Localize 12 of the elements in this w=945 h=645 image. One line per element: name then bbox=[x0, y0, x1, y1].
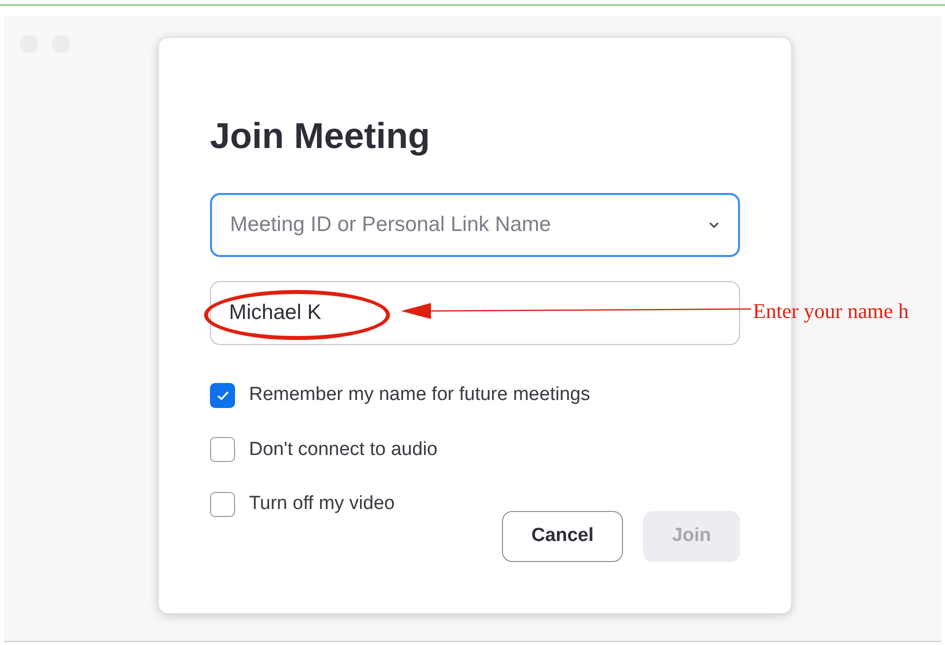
checkbox[interactable] bbox=[210, 437, 235, 462]
checkbox[interactable] bbox=[210, 492, 235, 517]
meeting-id-field[interactable]: Meeting ID or Personal Link Name bbox=[210, 193, 740, 257]
checkbox[interactable] bbox=[210, 382, 235, 408]
option-label: Remember my name for future meetings bbox=[249, 383, 590, 407]
option-label: Turn off my video bbox=[249, 492, 395, 516]
chevron-down-icon[interactable] bbox=[708, 221, 720, 229]
dialog-title: Join Meeting bbox=[210, 114, 430, 158]
cancel-button[interactable]: Cancel bbox=[502, 510, 623, 562]
checkmark-icon bbox=[216, 390, 230, 401]
annotation-text: Enter your name h bbox=[753, 298, 909, 325]
option-label: Don't connect to audio bbox=[249, 438, 438, 462]
